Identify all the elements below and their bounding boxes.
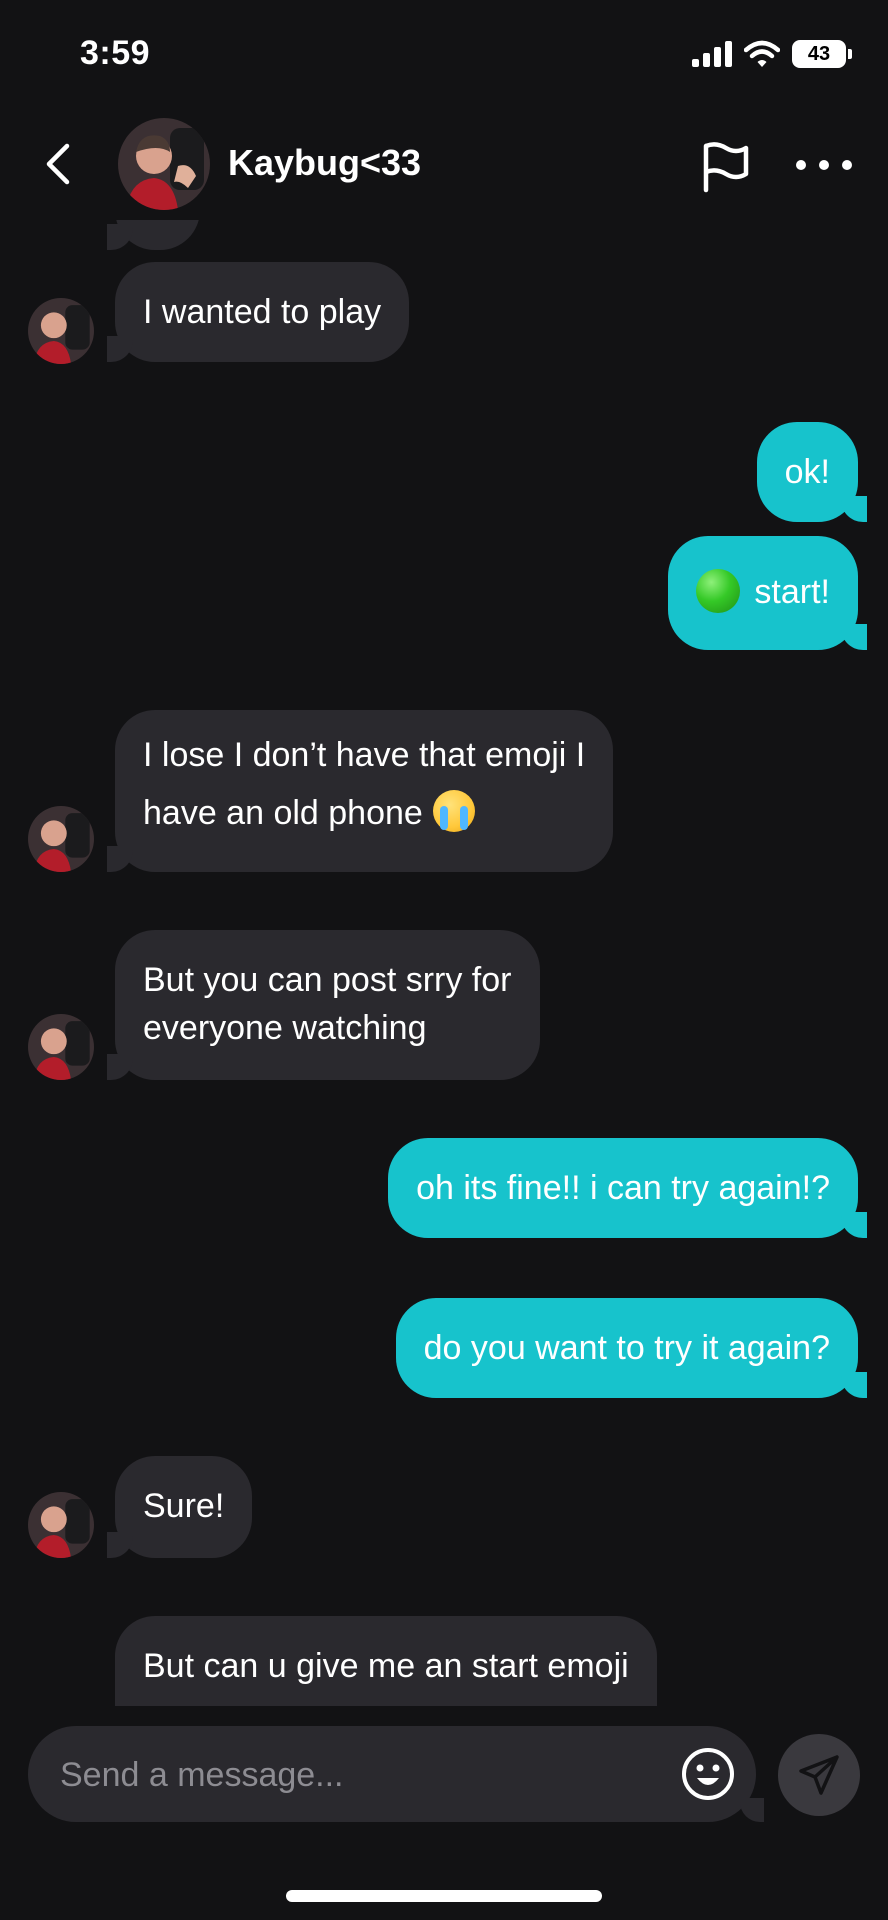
message-text-line: I lose I don’t have that emoji I <box>143 736 586 774</box>
message-text: But can u give me an start emoji <box>143 1647 629 1685</box>
status-time: 3:59 <box>80 34 151 72</box>
smiley-face-icon <box>682 1748 734 1800</box>
message-bubble-received: Sure! <box>106 1456 253 1558</box>
message-bubble-received: But you can post srry for everyone watch… <box>107 930 540 1080</box>
message-bubble-received: I lose I don’t have that emoji I have an… <box>106 710 614 872</box>
back-button[interactable] <box>30 136 86 192</box>
contact-name[interactable]: Kaybug<33 <box>228 142 421 184</box>
message-bubble-cutoff <box>107 220 200 250</box>
sender-avatar[interactable] <box>28 1492 94 1558</box>
sender-avatar[interactable] <box>28 298 94 364</box>
green-circle-emoji <box>696 569 741 614</box>
message-bubble-sent: ok! <box>756 422 868 522</box>
wifi-icon <box>744 40 780 67</box>
more-dot <box>819 160 829 170</box>
avatar-photo <box>118 118 210 210</box>
message-text: do you want to try it again? <box>423 1329 830 1367</box>
avatar-photo <box>28 1492 94 1558</box>
message-text: Sure! <box>143 1487 225 1525</box>
status-bar: 3:59 43 <box>0 0 888 110</box>
message-text: ok! <box>784 453 830 491</box>
message-text: start! <box>754 573 830 611</box>
report-flag-button[interactable] <box>696 138 752 194</box>
battery-indicator: 43 <box>792 40 852 68</box>
message-input[interactable] <box>58 1748 662 1802</box>
message-text-line: But you can post srry for <box>143 961 512 999</box>
message-bubble-sent: start! <box>668 536 867 650</box>
message-composer <box>28 1726 764 1822</box>
send-arrow-icon <box>799 1755 839 1795</box>
chevron-left-icon <box>46 143 70 185</box>
chat-header: Kaybug<33 <box>0 110 888 220</box>
message-text-line: everyone watching <box>143 1009 427 1047</box>
home-indicator[interactable] <box>286 1890 602 1902</box>
flag-icon <box>703 142 749 193</box>
message-bubble-received: But can u give me an start emoji <box>115 1616 657 1706</box>
more-dot <box>796 160 806 170</box>
message-thread[interactable]: I wanted to play ok! start! I lose I don… <box>0 220 888 1706</box>
sender-avatar[interactable] <box>28 1014 94 1080</box>
status-icons: 43 <box>692 40 852 68</box>
message-bubble-received: I wanted to play <box>106 262 410 362</box>
message-bubble-sent: oh its fine!! i can try again!? <box>388 1138 867 1238</box>
send-button[interactable] <box>778 1734 860 1816</box>
contact-avatar[interactable] <box>118 118 210 210</box>
emoji-button[interactable] <box>680 1746 736 1802</box>
cellular-signal-icon <box>692 41 732 67</box>
more-dot <box>842 160 852 170</box>
more-options-button[interactable] <box>796 150 852 180</box>
avatar-photo <box>28 298 94 364</box>
message-text: oh its fine!! i can try again!? <box>416 1169 830 1207</box>
message-bubble-sent: do you want to try it again? <box>395 1298 868 1398</box>
loudly-crying-emoji <box>432 790 475 833</box>
sender-avatar[interactable] <box>28 806 94 872</box>
message-text-line: have an old phone <box>143 784 585 842</box>
avatar-photo <box>28 1014 94 1080</box>
avatar-photo <box>28 806 94 872</box>
message-text: I wanted to play <box>143 293 382 331</box>
